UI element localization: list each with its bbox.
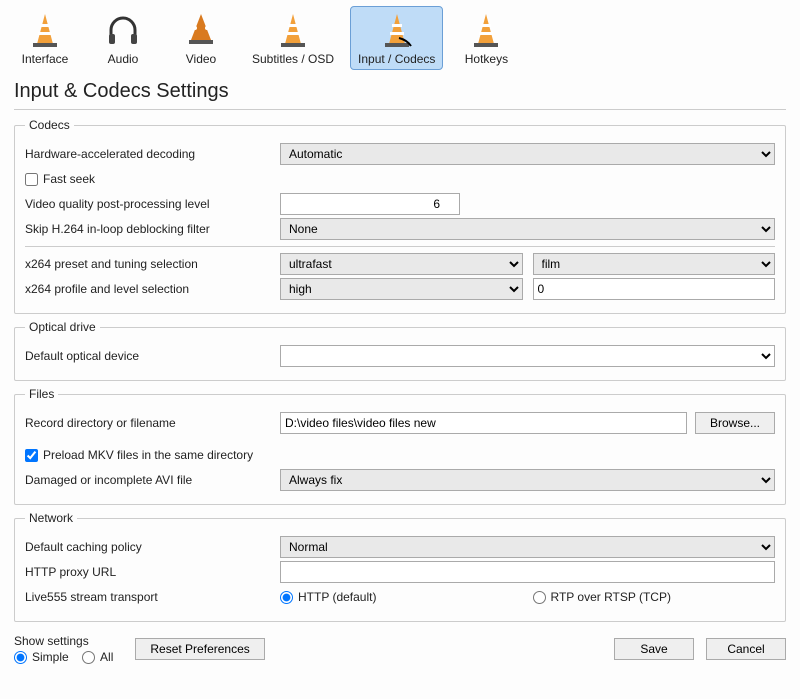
skip-deblocking-label: Skip H.264 in-loop deblocking filter [25,222,280,236]
fast-seek-checkbox-label[interactable]: Fast seek [25,172,95,186]
live555-http-radio-label[interactable]: HTTP (default) [280,590,523,604]
toolbar-item-interface[interactable]: Interface [10,6,80,70]
headphones-icon [103,10,143,50]
hw-decoding-select[interactable]: Automatic [280,143,775,165]
preload-mkv-checkbox[interactable] [25,449,38,462]
vq-postprocessing-spinner[interactable] [280,193,460,215]
live555-rtp-radio[interactable] [533,591,546,604]
cone-icon [466,10,506,50]
show-settings-label: Show settings [14,634,123,648]
toolbar-item-hotkeys[interactable]: Hotkeys [451,6,521,70]
network-legend: Network [25,511,77,525]
footer: Show settings Simple All Reset Preferenc… [0,628,800,674]
x264-profile-select[interactable]: high [280,278,523,300]
toolbar-item-audio[interactable]: Audio [88,6,158,70]
show-all-radio-label[interactable]: All [82,650,113,664]
caching-policy-select[interactable]: Normal [280,536,775,558]
http-proxy-label: HTTP proxy URL [25,565,280,579]
preload-mkv-checkbox-label[interactable]: Preload MKV files in the same directory [25,448,253,462]
cancel-button[interactable]: Cancel [706,638,786,660]
live555-label: Live555 stream transport [25,590,280,604]
vq-postprocessing-label: Video quality post-processing level [25,197,280,211]
live555-http-radio[interactable] [280,591,293,604]
show-simple-radio[interactable] [14,651,27,664]
toolbar-label: Hotkeys [465,52,508,66]
cone-icon [273,10,313,50]
toolbar-label: Subtitles / OSD [252,52,334,66]
x264-profile-label: x264 profile and level selection [25,282,280,296]
network-group: Network Default caching policy Normal HT… [14,511,786,622]
browse-button[interactable]: Browse... [695,412,775,434]
live555-rtp-radio-label[interactable]: RTP over RTSP (TCP) [533,590,776,604]
show-simple-radio-label[interactable]: Simple [14,650,69,664]
page-title: Input & Codecs Settings [0,74,800,107]
codecs-group: Codecs Hardware-accelerated decoding Aut… [14,118,786,314]
cone-icon [25,10,65,50]
show-all-radio[interactable] [82,651,95,664]
toolbar-label: Input / Codecs [358,52,435,66]
default-optical-label: Default optical device [25,349,280,363]
skip-deblocking-select[interactable]: None [280,218,775,240]
x264-preset-label: x264 preset and tuning selection [25,257,280,271]
toolbar-label: Video [186,52,216,66]
toolbar-label: Interface [22,52,69,66]
damaged-avi-select[interactable]: Always fix [280,469,775,491]
codecs-legend: Codecs [25,118,74,132]
files-group: Files Record directory or filename Brows… [14,387,786,505]
damaged-avi-label: Damaged or incomplete AVI file [25,473,280,487]
record-dir-input[interactable] [280,412,687,434]
x264-tuning-select[interactable]: film [533,253,776,275]
cone-plug-icon [377,10,417,50]
optical-legend: Optical drive [25,320,100,334]
toolbar-item-input-codecs[interactable]: Input / Codecs [350,6,443,70]
record-dir-label: Record directory or filename [25,416,280,430]
category-toolbar: Interface Audio Video Subtitles / OSD In… [0,0,800,74]
divider [25,246,775,247]
save-button[interactable]: Save [614,638,694,660]
files-legend: Files [25,387,58,401]
caching-policy-label: Default caching policy [25,540,280,554]
x264-preset-select[interactable]: ultrafast [280,253,523,275]
x264-level-input[interactable] [533,278,776,300]
divider [14,109,786,110]
reset-preferences-button[interactable]: Reset Preferences [135,638,264,660]
hw-decoding-label: Hardware-accelerated decoding [25,147,280,161]
film-icon [181,10,221,50]
fast-seek-checkbox[interactable] [25,173,38,186]
toolbar-item-video[interactable]: Video [166,6,236,70]
optical-group: Optical drive Default optical device [14,320,786,381]
toolbar-label: Audio [108,52,139,66]
http-proxy-input[interactable] [280,561,775,583]
toolbar-item-subtitles[interactable]: Subtitles / OSD [244,6,342,70]
default-optical-select[interactable] [280,345,775,367]
